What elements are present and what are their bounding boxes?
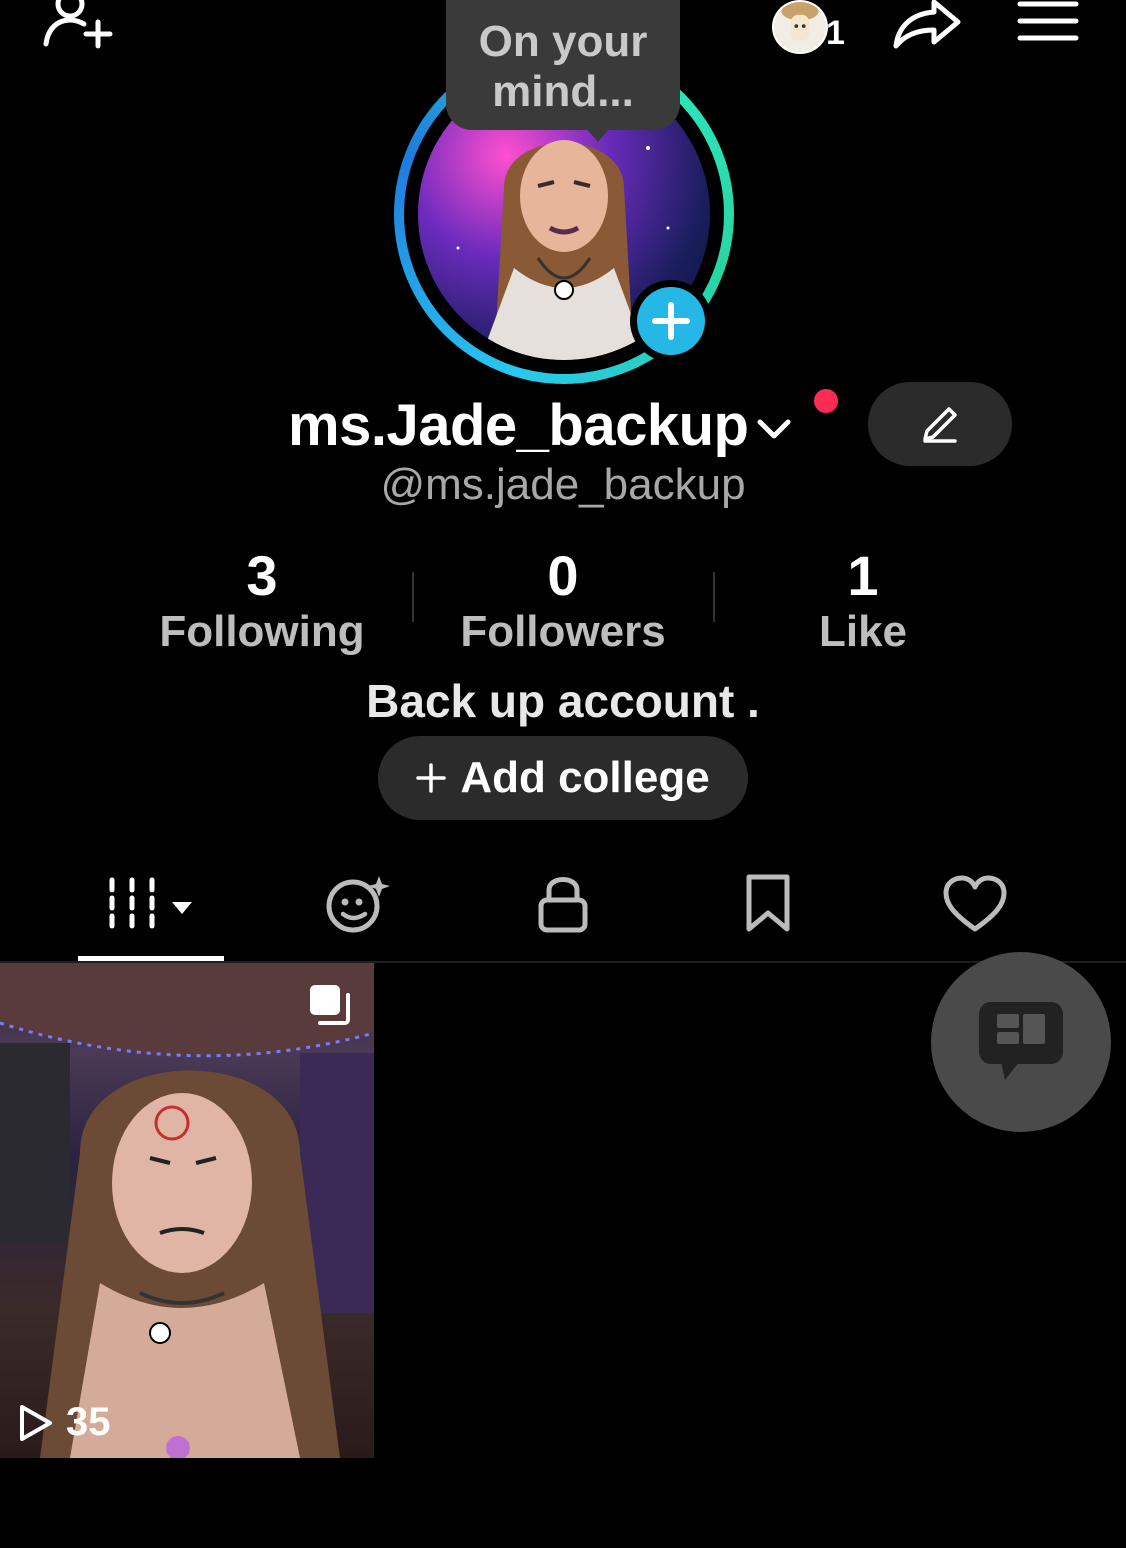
- stat-label: Like: [818, 607, 908, 656]
- pencil-icon: [923, 407, 957, 443]
- note-bubble-line2: mind...: [492, 67, 634, 116]
- view-count-label: 35: [66, 1400, 111, 1444]
- edit-profile-button[interactable]: [868, 382, 1012, 466]
- stat-likes[interactable]: 1 Like: [713, 546, 1013, 658]
- add-college-button[interactable]: Add college: [378, 736, 748, 820]
- lock-icon: [538, 877, 588, 933]
- chevron-down-icon: [757, 419, 791, 438]
- stat-label: Followers: [460, 607, 666, 656]
- tab-saved[interactable]: [740, 862, 796, 946]
- video-preview-image: [0, 963, 374, 1458]
- bookmark-icon: [746, 874, 790, 932]
- multi-photo-icon: [310, 985, 350, 1025]
- bio-text: Back up account .: [366, 675, 760, 727]
- plus-icon: [652, 302, 690, 340]
- note-bubble-tail: [586, 128, 610, 142]
- heart-icon: [943, 875, 1007, 932]
- display-name: ms.Jade_backup: [288, 393, 749, 458]
- reposts-smile-icon: [326, 876, 390, 933]
- username-handle: @ms.jade_backup: [380, 460, 746, 509]
- tab-private[interactable]: [530, 862, 596, 946]
- menu-button[interactable]: [1016, 0, 1080, 44]
- play-icon: [20, 1404, 52, 1441]
- add-person-icon: [43, 0, 113, 49]
- videos-grid-icon: [109, 877, 192, 929]
- tab-videos[interactable]: [100, 862, 204, 946]
- stat-label: Following: [159, 607, 365, 656]
- plus-icon: [416, 763, 447, 793]
- stat-followers[interactable]: 0 Followers: [413, 546, 713, 658]
- add-story-button[interactable]: [630, 280, 712, 362]
- stat-value: 1: [847, 544, 879, 607]
- stat-following[interactable]: 3 Following: [112, 546, 412, 658]
- notification-dot: [814, 389, 838, 413]
- mushroom-avatar-icon: [781, 2, 819, 41]
- account-switcher[interactable]: ms.Jade_backup: [288, 392, 794, 459]
- chat-fab-button[interactable]: [931, 952, 1111, 1132]
- chat-bubble-icon: [979, 1002, 1063, 1080]
- stat-value: 3: [246, 544, 278, 607]
- note-bubble[interactable]: On your mind...: [446, 0, 680, 130]
- story-count: 1: [826, 14, 845, 52]
- hamburger-menu-icon: [1017, 1, 1079, 41]
- story-avatar[interactable]: [772, 0, 828, 54]
- video-view-count: 35: [16, 1400, 111, 1445]
- note-bubble-line1: On your: [478, 17, 648, 66]
- stat-value: 0: [547, 544, 579, 607]
- share-profile-button[interactable]: [890, 0, 964, 52]
- tab-liked[interactable]: [940, 862, 1010, 946]
- add-college-label: Add college: [460, 753, 710, 802]
- add-friend-button[interactable]: [40, 0, 116, 52]
- tab-reposts[interactable]: [318, 862, 398, 946]
- video-thumbnail[interactable]: [0, 963, 374, 1458]
- share-arrow-icon: [893, 0, 961, 49]
